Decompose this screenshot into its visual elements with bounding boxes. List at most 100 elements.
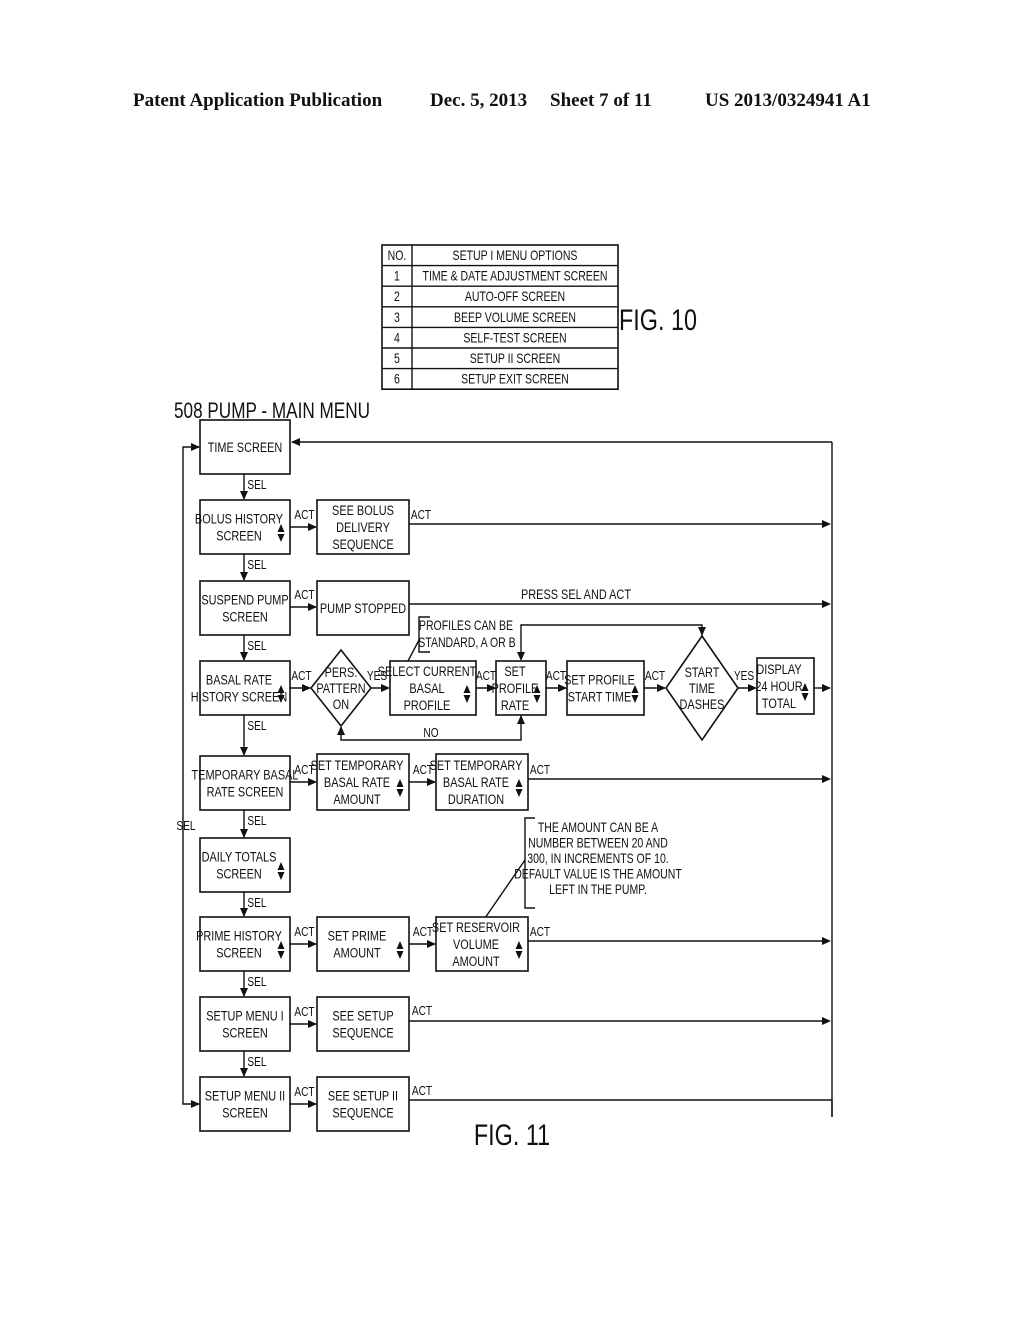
act-label: ACT (412, 1084, 432, 1098)
act-label: ACT (294, 763, 314, 777)
set-profile-rate-box-label: SET (504, 664, 526, 680)
sel-label: SEL (247, 814, 267, 828)
arrow-down-icon (240, 572, 248, 581)
act-label: ACT (294, 508, 314, 522)
pump-stopped-box-label: PUMP STOPPED (320, 601, 406, 617)
bolus-history-screen-label: BOLUS HISTORY (195, 511, 284, 527)
amount-note-line: LEFT IN THE PUMP. (549, 882, 647, 898)
sel-label: SEL (247, 1055, 267, 1069)
sel-label: SEL (247, 975, 267, 989)
table-cell-no: 4 (394, 330, 400, 346)
set-reservoir-volume-box-label: VOLUME (453, 937, 499, 953)
sel-label: SEL (247, 558, 267, 572)
act-label: ACT (645, 669, 665, 683)
loop-top-line (520, 624, 703, 659)
set-temp-basal-amount-box-label: SET TEMPORARY (311, 758, 404, 774)
time-screen-label: TIME SCREEN (208, 440, 283, 456)
arrow-down-icon (240, 829, 248, 838)
arrow-down-icon (517, 652, 525, 661)
act-label: ACT (413, 763, 433, 777)
display-24-hour-total-box-label: 24 HOUR (755, 679, 802, 695)
arrow-right-icon (657, 684, 666, 692)
setup-menu-2-screen (199, 1076, 291, 1132)
act-label: ACT (530, 763, 550, 777)
set-prime-amount-box (316, 916, 410, 972)
act-label: ACT (291, 669, 311, 683)
act-label: ACT (411, 508, 431, 522)
setup-menu-1-screen-label: SCREEN (222, 1025, 267, 1041)
arrow-right-icon (302, 684, 311, 692)
table-cell-option: SETUP EXIT SCREEN (461, 371, 569, 387)
set-temp-basal-duration-box-label: SET TEMPORARY (430, 758, 523, 774)
arrow-right-icon (308, 1020, 317, 1028)
temporary-basal-rate-screen-label: RATE SCREEN (207, 784, 284, 800)
table-cell-option: BEEP VOLUME SCREEN (454, 310, 576, 326)
set-profile-start-time-box (566, 660, 645, 716)
suspend-pump-screen-label: SCREEN (222, 609, 267, 625)
amount-note-line: NUMBER BETWEEN 20 AND (528, 835, 668, 851)
set-temp-basal-duration-box-label: DURATION (448, 792, 504, 808)
select-basal-profile-box-label: PROFILE (404, 698, 451, 714)
table-cell-no: 5 (394, 351, 400, 367)
daily-totals-screen-label: DAILY TOTALS (202, 849, 277, 865)
arrow-right-icon (427, 940, 436, 948)
bolus-history-screen (199, 499, 291, 555)
flowchart-diagram: NO. SETUP I MENU OPTIONS 1 TIME & DATE ADJU… (174, 244, 833, 1152)
set-prime-amount-box-label: AMOUNT (333, 945, 381, 961)
set-profile-start-time-box-label: SET PROFILE (564, 672, 635, 688)
see-setup-2-sequence-box-label: SEQUENCE (332, 1105, 393, 1121)
table-header-no: NO. (388, 248, 407, 264)
arrow-down-icon (240, 747, 248, 756)
sel-label: SEL (247, 896, 267, 910)
setup-menu-2-screen-label: SETUP MENU II (205, 1088, 285, 1104)
fig11-label: FIG. 11 (474, 1118, 550, 1151)
profiles-note-line: STANDARD, A OR B (418, 635, 515, 651)
daily-totals-screen (199, 837, 291, 893)
yes-label: YES (734, 669, 754, 683)
set-profile-rate-box-label: RATE (501, 698, 529, 714)
bolus-history-screen-label: SCREEN (216, 528, 261, 544)
amount-note-line: DEFAULT VALUE IS THE AMOUNT (514, 866, 682, 882)
table-header-options: SETUP I MENU OPTIONS (453, 248, 578, 264)
arrow-right-icon (381, 684, 390, 692)
arrow-right-icon (822, 937, 831, 945)
sel-label: SEL (247, 639, 267, 653)
set-reservoir-volume-box-label: SET RESERVOIR (432, 920, 520, 936)
act-label: ACT (294, 588, 314, 602)
table-cell-no: 3 (394, 310, 400, 326)
suspend-pump-screen-label: SUSPEND PUMP (201, 592, 288, 608)
act-label: ACT (294, 1085, 314, 1099)
act-label: ACT (413, 925, 433, 939)
fig10-label: FIG. 10 (619, 303, 697, 336)
select-basal-profile-box-label: SELECT CURRENT (378, 664, 477, 680)
amount-note-line: THE AMOUNT CAN BE A (538, 820, 659, 836)
arrow-right-icon (191, 443, 200, 451)
profiles-note-leader (407, 639, 420, 662)
arrow-right-icon (308, 778, 317, 786)
sel-label: SEL (247, 719, 267, 733)
act-label: ACT (412, 1004, 432, 1018)
display-24-hour-total-box-label: TOTAL (762, 696, 796, 712)
arrow-right-icon (822, 775, 831, 783)
no-label: NO (423, 726, 438, 740)
press-sel-act-label: PRESS SEL AND ACT (521, 587, 631, 603)
act-label: ACT (530, 925, 550, 939)
arrow-right-icon (822, 1017, 831, 1025)
see-setup-2-sequence-box-label: SEE SETUP II (328, 1088, 398, 1104)
see-setup-sequence-box (316, 996, 410, 1052)
arrow-down-icon (698, 627, 706, 636)
arrow-right-icon (308, 523, 317, 531)
prime-history-screen-label: SCREEN (216, 945, 261, 961)
arrow-right-icon (308, 940, 317, 948)
arrow-right-icon (822, 684, 831, 692)
act-label: ACT (294, 925, 314, 939)
pers-pattern-decision-label: PERS. (325, 665, 358, 681)
see-bolus-delivery-box-label: SEQUENCE (332, 537, 393, 553)
table-cell-option: TIME & DATE ADJUSTMENT SCREEN (423, 268, 608, 284)
set-temp-basal-amount-box-label: AMOUNT (333, 792, 381, 808)
temporary-basal-rate-screen (199, 755, 291, 811)
pers-pattern-decision-label: PATTERN (316, 681, 365, 697)
setup-menu-1-screen (199, 996, 291, 1052)
table-cell-option: SETUP II SCREEN (470, 351, 560, 367)
see-bolus-delivery-box-label: SEE BOLUS (332, 503, 394, 519)
